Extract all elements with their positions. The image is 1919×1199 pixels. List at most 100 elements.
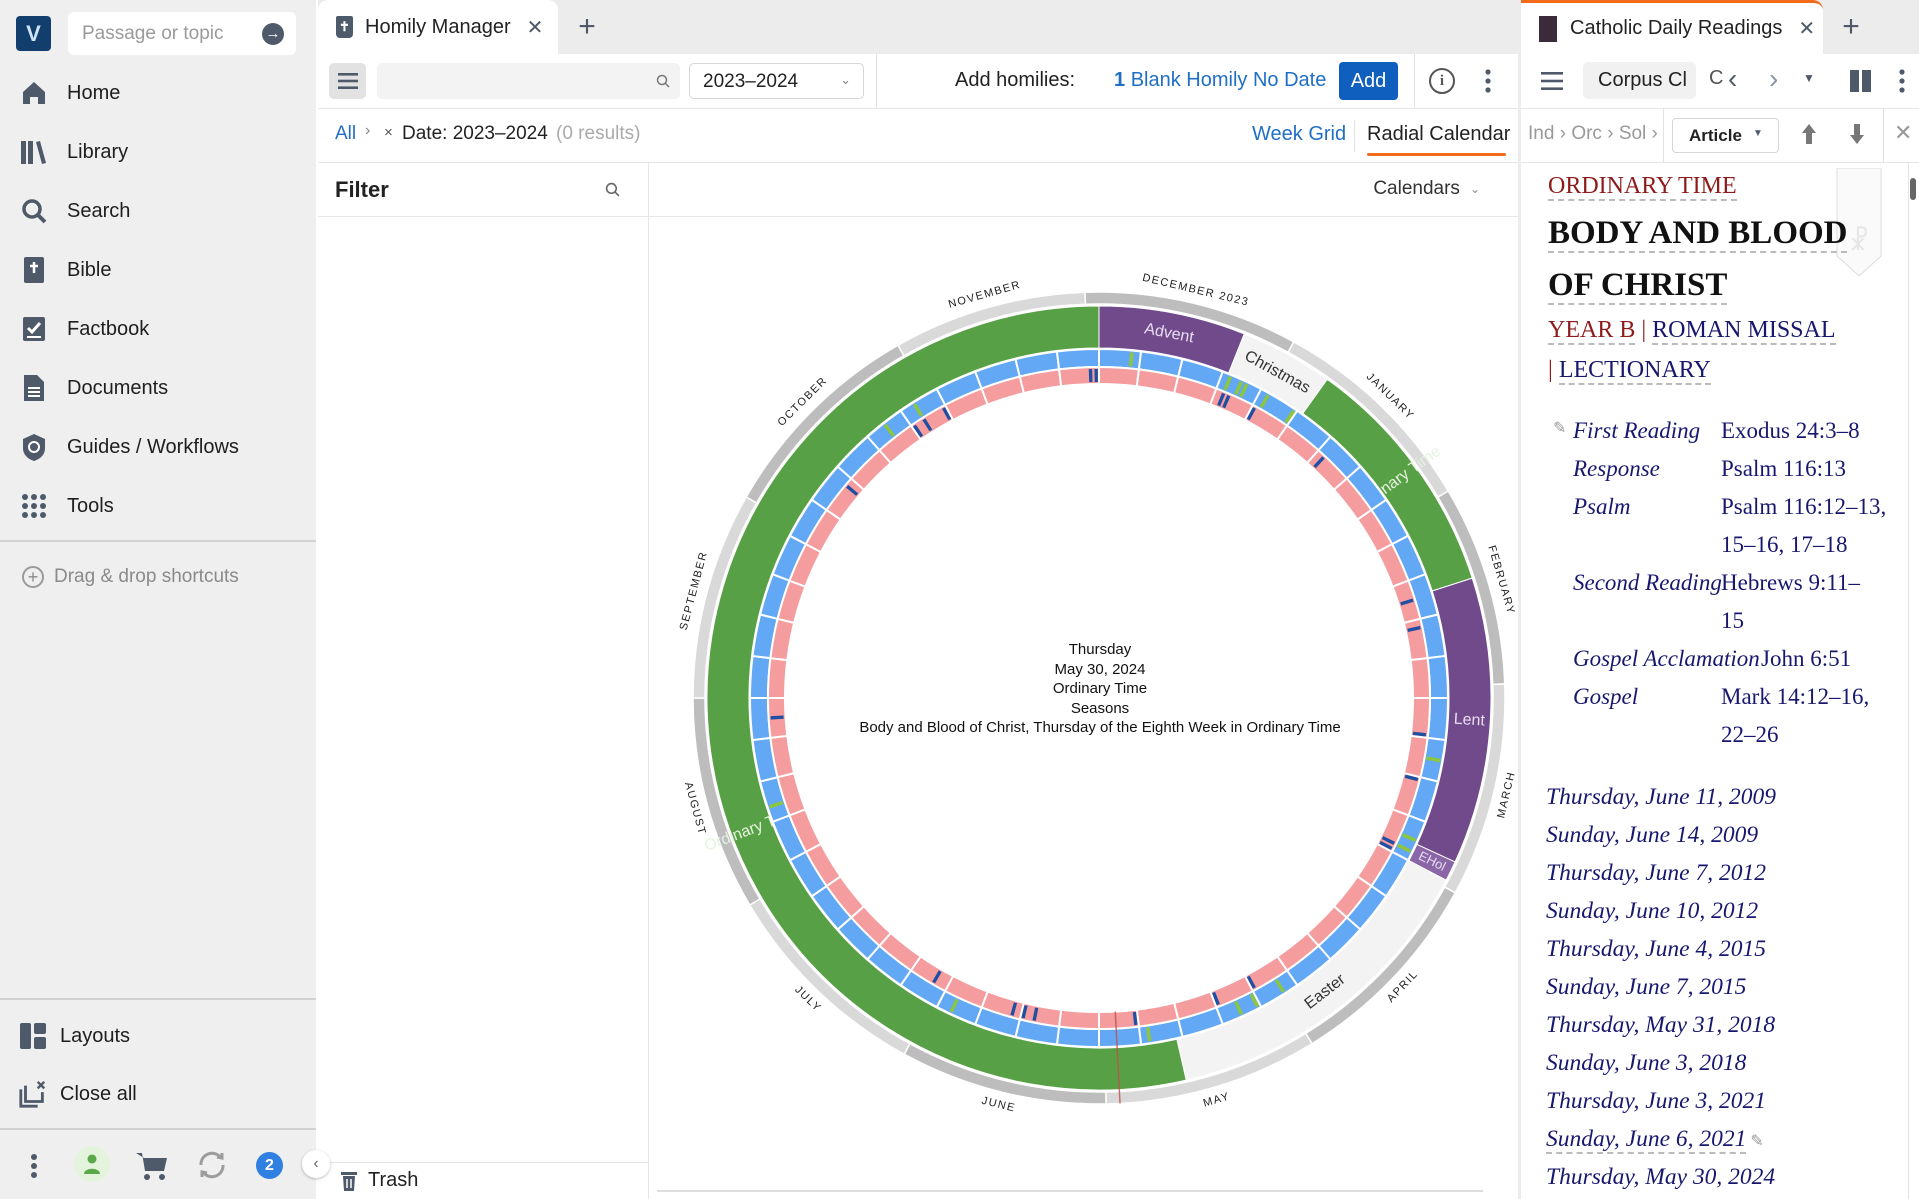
blank-homily-link[interactable]: 1 Blank Homily No Date	[1114, 69, 1326, 92]
date-list-item[interactable]: Thursday, May 31, 2018	[1546, 1006, 1776, 1044]
drag-drop-shortcuts[interactable]: + Drag & drop shortcuts	[22, 566, 239, 588]
menu-hamburger-icon[interactable]	[329, 63, 366, 99]
sidebar-item-documents[interactable]: Documents	[0, 363, 316, 413]
trash-label: Trash	[368, 1169, 419, 1191]
trash-button[interactable]: Trash	[340, 1169, 418, 1192]
collapse-sidebar-chevron-icon[interactable]: ‹	[302, 1150, 330, 1178]
date-link[interactable]: Sunday, June 6, 2021	[1546, 1126, 1747, 1154]
divider	[318, 216, 649, 217]
date-list-item[interactable]: Sunday, June 6, 2021 ✎	[1546, 1120, 1776, 1158]
year-select[interactable]: 2023–2024 ⌄	[689, 63, 864, 99]
homily-breadcrumb-bar: All › × Date: 2023–2024 (0 results) Week…	[318, 108, 1518, 162]
date-list-item[interactable]: Sunday, June 14, 2009	[1546, 816, 1776, 854]
menu-hamburger-icon[interactable]	[1539, 68, 1565, 94]
reading-reference[interactable]: Mark 14:12–16, 22–26	[1721, 678, 1886, 754]
crumb[interactable]: Ind	[1528, 123, 1554, 144]
close-icon[interactable]: ✕	[1894, 120, 1912, 146]
notification-badge[interactable]: 2	[256, 1152, 283, 1179]
reading-row: Psalm Psalm 116:12–13, 15–16, 17–18	[1573, 488, 1919, 564]
info-icon[interactable]: i	[1429, 68, 1455, 94]
selected-weekday: Thursday	[1068, 641, 1132, 658]
date-list-item[interactable]: Sunday, June 10, 2012	[1546, 892, 1776, 930]
date-list-item[interactable]: Thursday, June 3, 2021	[1546, 1082, 1776, 1120]
sidebar-item-tools[interactable]: Tools	[0, 481, 316, 531]
resource-title-button[interactable]: Corpus Cl	[1583, 62, 1696, 99]
week-cell-inner[interactable]	[1057, 1008, 1100, 1031]
reading-reference[interactable]: Exodus 24:3–8	[1721, 412, 1899, 450]
sidebar-item-label: Guides / Workflows	[67, 435, 239, 458]
feast-title-line1[interactable]: BODY AND BLOOD	[1548, 215, 1848, 253]
week-cell-inner[interactable]	[1409, 656, 1432, 699]
go-arrow-icon[interactable]: →	[262, 23, 284, 45]
scrollbar-thumb[interactable]	[1910, 178, 1916, 200]
selected-season: Ordinary Time	[1052, 680, 1148, 697]
add-button[interactable]: Add	[1339, 62, 1398, 100]
sidebar-item-bible[interactable]: Bible	[0, 245, 316, 295]
sidebar-item-library[interactable]: Library	[0, 127, 316, 177]
date-list-item[interactable]: Thursday, June 7, 2012	[1546, 854, 1776, 892]
more-kebab-icon[interactable]	[1897, 68, 1907, 94]
arrow-down-icon[interactable]	[1849, 123, 1865, 145]
sidebar-item-home[interactable]: Home	[0, 68, 316, 118]
reading-reference[interactable]: Psalm 116:13	[1721, 450, 1899, 488]
new-tab-plus-icon[interactable]: +	[1834, 10, 1868, 44]
tab-catholic-daily-readings[interactable]: Catholic Daily Readings ✕	[1521, 0, 1823, 54]
horizontal-scrollbar[interactable]	[657, 1190, 1483, 1192]
season-label: Lent	[1453, 711, 1486, 730]
sidebar-item-factbook[interactable]: Factbook	[0, 304, 316, 354]
date-list-item[interactable]: Sunday, June 7, 2015	[1546, 968, 1776, 1006]
remove-filter-x-icon[interactable]: ×	[384, 124, 393, 141]
passage-search-input[interactable]	[82, 23, 252, 45]
reading-reference[interactable]: Hebrews 9:11–15	[1721, 564, 1881, 640]
logo-icon[interactable]: V	[16, 16, 51, 51]
view-type-select[interactable]: Article ▼	[1672, 118, 1779, 153]
tab-radial-calendar[interactable]: Radial Calendar	[1367, 123, 1510, 146]
feast-title-line2[interactable]: OF CHRIST	[1548, 267, 1728, 305]
breadcrumb-all[interactable]: All	[335, 123, 356, 145]
sidebar-item-search[interactable]: Search	[0, 186, 316, 236]
week-cell-inner[interactable]	[766, 656, 789, 699]
close-tab-icon[interactable]: ✕	[527, 15, 544, 40]
year-cycle[interactable]: YEAR B	[1548, 317, 1636, 345]
date-list-item[interactable]: Sunday, June 3, 2018	[1546, 1044, 1776, 1082]
homily-search-input[interactable]	[377, 63, 680, 99]
new-tab-plus-icon[interactable]: +	[570, 10, 604, 44]
date-list-item[interactable]: Thursday, June 11, 2009	[1546, 778, 1776, 816]
month-label: MAY	[1202, 1090, 1232, 1109]
close-all-button[interactable]: Close all	[0, 1069, 316, 1119]
reading-reference[interactable]: John 6:51	[1761, 640, 1919, 678]
roman-missal-link[interactable]: ROMAN MISSAL	[1652, 317, 1836, 345]
sidebar-item-guides[interactable]: Guides / Workflows	[0, 422, 316, 472]
history-dropdown-icon[interactable]: ▼	[1803, 71, 1815, 85]
more-kebab-icon[interactable]	[1482, 68, 1494, 94]
filter-search-icon[interactable]	[605, 182, 620, 197]
sync-icon[interactable]	[194, 1147, 230, 1183]
reading-label: Psalm	[1573, 494, 1631, 519]
panel-splitter[interactable]	[1518, 0, 1521, 1199]
split-view-icon[interactable]	[1850, 70, 1871, 92]
tab-week-grid[interactable]: Week Grid	[1252, 123, 1346, 146]
arrow-up-icon[interactable]	[1801, 123, 1817, 145]
reading-reference[interactable]: Psalm 116:12–13, 15–16, 17–18	[1721, 488, 1891, 564]
passage-search-box[interactable]: →	[68, 12, 296, 55]
week-cell-inner[interactable]	[1057, 365, 1100, 388]
season-heading[interactable]: ORDINARY TIME	[1548, 173, 1737, 201]
add-circle-icon: +	[22, 566, 44, 588]
user-avatar-icon[interactable]	[74, 1146, 110, 1182]
previous-chevron-icon[interactable]: ‹	[1728, 63, 1737, 95]
tab-homily-manager[interactable]: ✝ Homily Manager ✕	[318, 0, 558, 54]
location-breadcrumb[interactable]: Ind › Orc › Sol ›	[1528, 123, 1658, 145]
next-chevron-icon[interactable]: ›	[1769, 63, 1778, 95]
crumb[interactable]: Orc	[1571, 123, 1602, 144]
close-tab-icon[interactable]: ✕	[1798, 16, 1815, 41]
week-cell-inner[interactable]	[1098, 365, 1141, 388]
cart-icon[interactable]	[134, 1150, 170, 1182]
date-list-item[interactable]: Thursday, May 30, 2024	[1546, 1158, 1776, 1196]
date-list-item[interactable]: Thursday, June 4, 2015	[1546, 930, 1776, 968]
crumb[interactable]: Sol	[1619, 123, 1646, 144]
more-kebab-icon[interactable]	[20, 1150, 48, 1182]
calendars-dropdown[interactable]: Calendars ⌄	[1373, 178, 1480, 200]
layouts-button[interactable]: Layouts	[0, 1011, 316, 1061]
lectionary-link[interactable]: LECTIONARY	[1558, 357, 1711, 385]
blank-count: 1	[1114, 69, 1126, 91]
